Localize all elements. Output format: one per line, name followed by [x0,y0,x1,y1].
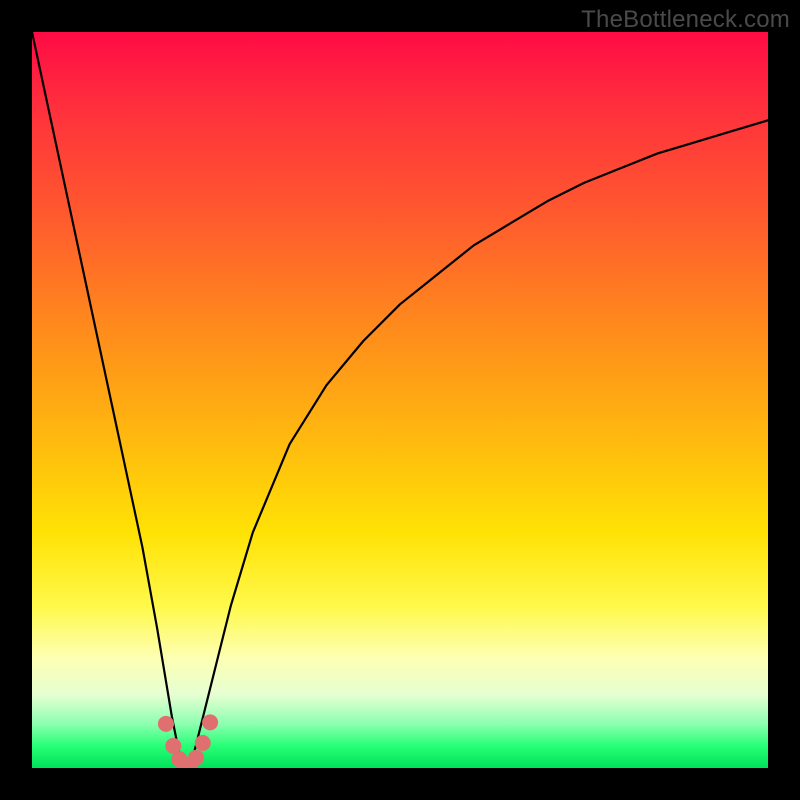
bottleneck-curve [32,32,768,768]
highlight-dot [158,716,174,732]
highlight-dot [202,714,218,730]
highlight-dots [158,714,218,768]
highlight-dot [188,750,204,766]
chart-frame: TheBottleneck.com [0,0,800,800]
curve-svg [32,32,768,768]
watermark-text: TheBottleneck.com [581,6,790,34]
highlight-dot [195,735,211,751]
plot-area [32,32,768,768]
